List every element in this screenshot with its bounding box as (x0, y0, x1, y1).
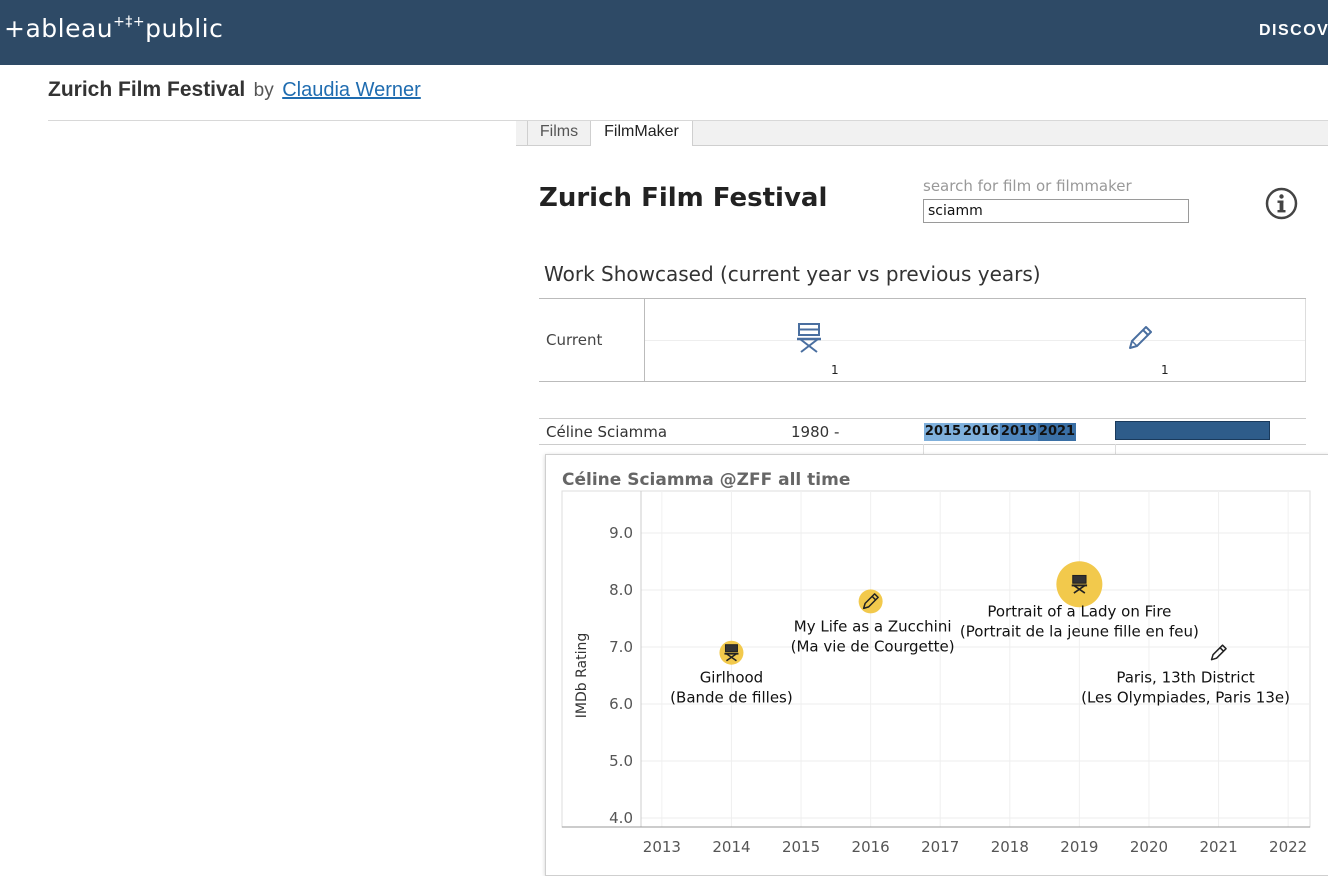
year-chip[interactable]: 2016 (962, 423, 1000, 441)
y-axis-label: IMDb Rating (574, 633, 590, 718)
x-tick-label: 2014 (712, 838, 750, 856)
year-chip[interactable]: 2021 (1038, 423, 1076, 441)
point-label: My Life as a Zucchini (794, 617, 952, 635)
point-label: (Portrait de la jeune fille en feu) (960, 622, 1199, 640)
author-link[interactable]: Claudia Werner (282, 79, 421, 101)
point-label: Portrait of a Lady on Fire (987, 602, 1171, 620)
y-tick-label: 5.0 (609, 752, 633, 770)
search-input[interactable] (923, 199, 1189, 223)
x-tick-label: 2018 (991, 838, 1029, 856)
plot-frame (561, 490, 1311, 828)
x-tick-label: 2022 (1269, 838, 1307, 856)
x-tick-label: 2019 (1060, 838, 1098, 856)
total-bar[interactable] (1115, 421, 1270, 440)
showcase-edge (1305, 299, 1306, 381)
tab-filmmaker[interactable]: FilmMaker (590, 121, 693, 146)
tooltip-panel: Céline Sciamma @ZFF all time 4.0 5.0 6.0 7.… (545, 454, 1328, 876)
filmmaker-name: Céline Sciamma (546, 423, 668, 441)
logo-sparkle: +‡+ (113, 14, 146, 30)
data-point (858, 589, 883, 614)
viz-title: Zurich Film Festival (48, 78, 246, 101)
showcase-gridline (645, 340, 1305, 341)
point-label: Paris, 13th District (1116, 669, 1254, 687)
tableau-public-logo[interactable]: +ableau+‡+public (4, 14, 223, 43)
row-label-current: Current (546, 331, 603, 349)
nav-discover-link[interactable]: DISCOV (1259, 22, 1328, 40)
y-tick-label: 8.0 (609, 581, 633, 599)
x-tick-label: 2021 (1199, 838, 1237, 856)
director-count: 1 (831, 363, 839, 377)
logo-text-right: public (145, 14, 224, 43)
x-tick-label: 2015 (782, 838, 820, 856)
point-label: (Ma vie de Courgette) (791, 637, 955, 655)
year-chip[interactable]: 2015 (924, 423, 962, 441)
point-label: (Bande de filles) (670, 689, 793, 707)
year-chip[interactable]: 2019 (1000, 423, 1038, 441)
y-tick-label: 9.0 (609, 524, 633, 542)
x-tick-label: 2013 (643, 838, 681, 856)
x-tick-label: 2017 (921, 838, 959, 856)
writer-count: 1 (1161, 363, 1169, 377)
x-tick-label: 2016 (852, 838, 890, 856)
dashboard-title: Zurich Film Festival (539, 183, 828, 213)
data-point (1056, 561, 1103, 608)
by-label: by (253, 80, 274, 101)
logo-text-left: +ableau (4, 14, 114, 43)
filmmaker-row[interactable]: Céline Sciamma 1980 - 2015 2016 2019 202… (539, 418, 1306, 445)
scatter-chart: 4.0 5.0 6.0 7.0 8.0 9.0 2013 2014 2015 2016 2017 20… (561, 490, 1311, 856)
showcase-table: Current 1 1 (539, 298, 1306, 382)
pencil-icon[interactable] (1125, 323, 1155, 353)
y-tick-label: 4.0 (609, 809, 633, 827)
point-label: (Les Olympiades, Paris 13e) (1081, 689, 1290, 707)
showcase-title: Work Showcased (current year vs previous… (544, 262, 1041, 286)
x-tick-label: 2020 (1130, 838, 1168, 856)
tab-films[interactable]: Films (527, 121, 590, 145)
y-tick-label: 7.0 (609, 638, 633, 656)
director-chair-icon[interactable] (795, 321, 823, 355)
top-nav-bar: +ableau+‡+public DISCOV (0, 0, 1328, 65)
filmmaker-born: 1980 - (791, 423, 840, 441)
y-tick-label: 6.0 (609, 695, 633, 713)
info-icon[interactable] (1265, 187, 1298, 220)
viz-title-bar: Zurich Film Festival by Claudia Werner (48, 78, 421, 102)
sheet-tab-strip: Films FilmMaker (516, 121, 1328, 146)
point-label: Girlhood (700, 669, 764, 687)
search-label: search for film or filmmaker (923, 177, 1132, 195)
